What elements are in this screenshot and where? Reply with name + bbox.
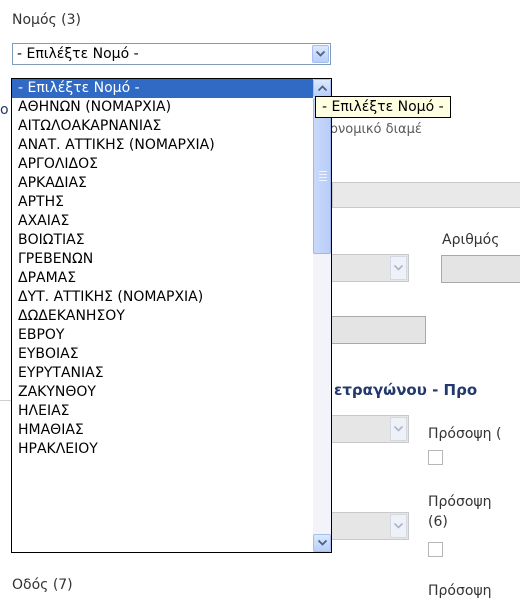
list-item[interactable]: ΑΘΗΝΩΝ (ΝΟΜΑΡΧΙΑ) (12, 98, 313, 117)
disabled-select-2[interactable] (322, 415, 409, 443)
frontage-checkbox-1[interactable] (428, 450, 443, 465)
scrollbar-thumb[interactable] (313, 98, 331, 254)
list-item[interactable]: ΔΩΔΕΚΑΝΗΣΟΥ (12, 307, 313, 326)
list-item[interactable]: ΔΡΑΜΑΣ (12, 269, 313, 288)
list-item[interactable]: ΗΡΑΚΛΕΙΟΥ (12, 440, 313, 459)
county-dropdown-list[interactable]: - Επιλέξτε Νομό - ΑΘΗΝΩΝ (ΝΟΜΑΡΧΙΑ) ΑΙΤΩ… (11, 78, 332, 553)
list-item[interactable]: ΗΛΕΙΑΣ (12, 402, 313, 421)
chevron-down-icon (390, 417, 407, 441)
list-item[interactable]: ΕΥΒΟΙΑΣ (12, 345, 313, 364)
chevron-down-icon (317, 540, 327, 546)
frontage-checkbox-2[interactable] (428, 542, 443, 557)
number-field[interactable] (441, 255, 520, 283)
list-item[interactable]: ΔΥΤ. ΑΤΤΙΚΗΣ (ΝΟΜΑΡΧΙΑ) (12, 288, 313, 307)
list-item[interactable]: ΑΝΑΤ. ΑΤΤΙΚΗΣ (ΝΟΜΑΡΧΙΑ) (12, 136, 313, 155)
list-item[interactable]: ΒΟΙΩΤΙΑΣ (12, 231, 313, 250)
number-label: Αριθμός (442, 232, 500, 248)
list-item[interactable]: ΑΙΤΩΛΟΑΚΑΡΝΑΝΙΑΣ (12, 117, 313, 136)
left-edge-text-fragment: o (0, 102, 9, 118)
chevron-down-icon (390, 256, 407, 280)
chevron-down-icon (390, 514, 407, 538)
list-item[interactable]: ΓΡΕΒΕΝΩΝ (12, 250, 313, 269)
list-item[interactable]: ΑΡΓΟΛΙΔΟΣ (12, 155, 313, 174)
select-dropdown-button[interactable] (312, 45, 329, 63)
list-item[interactable]: ΑΧΑΙΑΣ (12, 212, 313, 231)
disabled-text-field[interactable] (322, 316, 426, 344)
list-item[interactable]: ΗΜΑΘΙΑΣ (12, 421, 313, 440)
county-select[interactable]: - Επιλέξτε Νομό - (12, 43, 331, 65)
scroll-up-button[interactable] (313, 79, 331, 97)
list-item[interactable]: ΖΑΚΥΝΘΟΥ (12, 383, 313, 402)
list-item[interactable]: ΕΥΡΥΤΑΝΙΑΣ (12, 364, 313, 383)
scroll-down-button[interactable] (313, 534, 331, 552)
dropdown-scrollbar[interactable] (313, 79, 331, 552)
frontage-label-2: Πρόσοψη (428, 494, 492, 510)
list-item[interactable]: ΑΡΚΑΔΙΑΣ (12, 174, 313, 193)
section-divider (0, 400, 11, 401)
disabled-select-3[interactable] (322, 512, 409, 540)
list-item[interactable]: - Επιλέξτε Νομό - (12, 79, 313, 98)
street-label: Οδός (7) (12, 577, 73, 593)
chevron-up-icon (317, 85, 327, 91)
list-item[interactable]: ΕΒΡΟΥ (12, 326, 313, 345)
frontage-label-3: Πρόσοψη (428, 583, 492, 599)
county-select-value: - Επιλέξτε Νομό - (17, 46, 139, 62)
county-label: Νομός (3) (12, 12, 82, 28)
tooltip: - Επιλέξτε Νομό - (315, 96, 451, 118)
frontage-number-2: (6) (428, 514, 448, 530)
chevron-down-icon (316, 51, 325, 57)
text-field-wide[interactable] (332, 182, 520, 208)
frontage-label-1: Πρόσοψη ( (428, 426, 502, 442)
section-heading: ετραγώνου - Προ (334, 381, 478, 399)
list-item[interactable]: ΑΡΤΗΣ (12, 193, 313, 212)
partial-description-text: ικονομικό διαμέ (318, 122, 422, 137)
disabled-select-1[interactable] (322, 254, 409, 282)
